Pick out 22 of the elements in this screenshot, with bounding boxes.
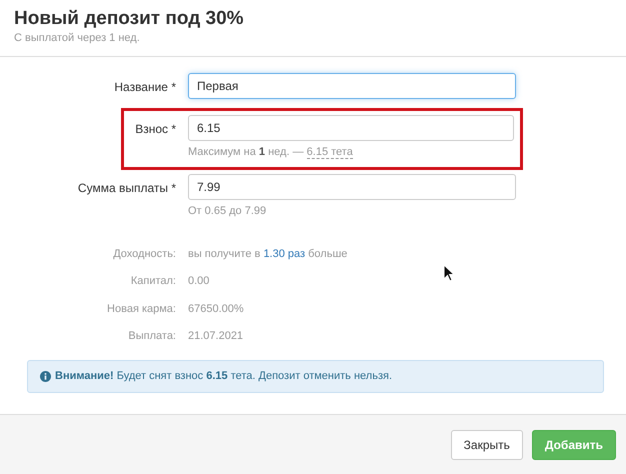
alert-text: Внимание! Будет снят взнос 6.15 тета. Депозит отменить нельзя. — [55, 369, 392, 384]
summary-label: Капитал: — [130, 274, 176, 289]
help-text: Максимум на 1 нед. — 6.15 тета — [188, 145, 354, 160]
input-field[interactable]: 7.99 — [188, 174, 516, 200]
help-text: От 0.65 до 7.99 — [188, 204, 268, 218]
summary-value: 0.00 — [188, 274, 210, 289]
summary-label: Новая карма: — [107, 302, 176, 316]
input-field[interactable]: 6.15 — [188, 115, 514, 141]
cursor-icon — [443, 264, 455, 282]
summary-value: 21.07.2021 — [188, 329, 244, 344]
close-button[interactable]: Закрыть — [450, 430, 523, 460]
summary-value: вы получите в 1.30 раз больше — [188, 246, 348, 262]
field-label: Название * — [114, 79, 176, 96]
dialog-subtitle: С выплатой через 1 нед. — [14, 31, 141, 46]
field-label: Сумма выплаты * — [78, 180, 176, 196]
field-label: Взнос * — [135, 121, 176, 138]
info-icon — [40, 370, 51, 382]
summary-value: 67650.00% — [188, 302, 244, 316]
input-field[interactable]: Первая — [188, 73, 516, 99]
dialog-title: Новый депозит под 30% — [14, 8, 245, 30]
summary-label: Доходность: — [113, 246, 176, 262]
summary-label: Выплата: — [128, 329, 176, 344]
